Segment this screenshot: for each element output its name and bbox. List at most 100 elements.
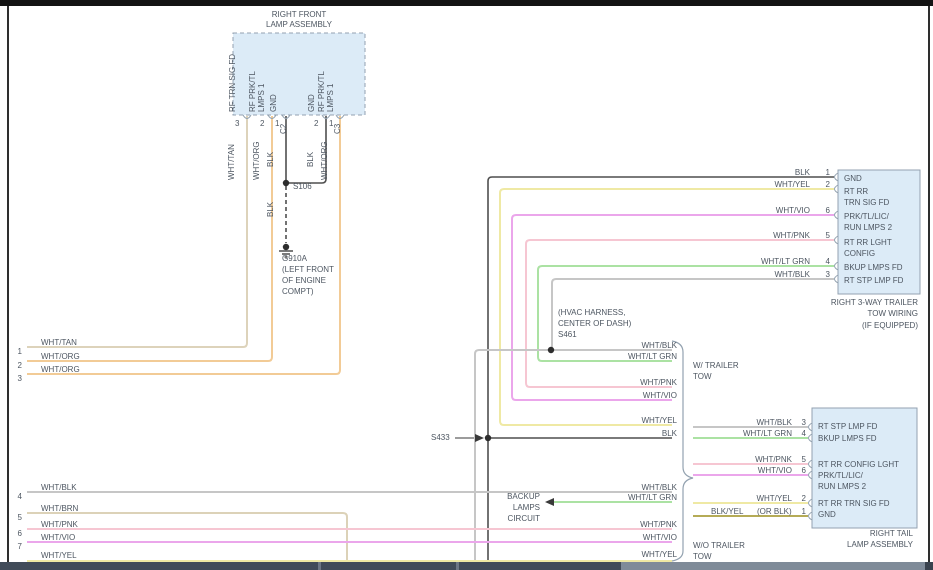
- bottom-bar-segment-1: [0, 562, 318, 570]
- ground-g910a-line4: COMPT): [282, 287, 314, 296]
- splice-s461-line1: (HVAC HARNESS,: [558, 308, 625, 317]
- left-wire-label-6: WHT/PNK: [41, 520, 78, 529]
- backup-ref-line3: CIRCUIT: [460, 514, 540, 523]
- tow-pin-num-6: 6: [818, 206, 830, 215]
- left-wire-label-8: WHT/YEL: [41, 551, 77, 560]
- left-wire-label-5: WHT/BRN: [41, 504, 78, 513]
- wiring-diagram-page: RIGHT FRONT LAMP ASSEMBLY RF TRN SIG FD …: [0, 0, 933, 570]
- front-wire-label-wht-tan: WHT/TAN: [227, 144, 236, 180]
- tow-desc-runlmps2: RUN LMPS 2: [844, 223, 892, 232]
- splice-s106-dot: [283, 180, 289, 186]
- splice-s461-line3: S461: [558, 330, 577, 339]
- front-lamp-title-line1: RIGHT FRONT: [239, 10, 359, 19]
- wtow-label-blk: BLK: [597, 429, 677, 438]
- tow-pin-num-1: 1: [818, 168, 830, 177]
- splice-s433-label: S433: [431, 433, 450, 442]
- tow-caption-line1: RIGHT 3-WAY TRAILER: [758, 298, 918, 307]
- left-wire-label-1: WHT/TAN: [41, 338, 77, 347]
- wotow-label-wht-vio: WHT/VIO: [597, 533, 677, 542]
- horizontal-scrollbar-thumb[interactable]: [621, 562, 925, 570]
- front-pin-label-rf-trn-sig-fd: RF TRN SIG FD: [228, 54, 237, 112]
- front-lamp-connector-arcs: [243, 115, 344, 119]
- front-pin-number-2a: 2: [260, 119, 264, 128]
- wtow-label-wht-lt-grn: WHT/LT GRN: [597, 352, 677, 361]
- wtow-caption-line1: W/ TRAILER: [693, 361, 739, 370]
- trailer-tow-connector-arcs: [835, 173, 839, 283]
- front-connector-c2: C2: [279, 124, 288, 134]
- ground-g910a-line2: (LEFT FRONT: [282, 265, 334, 274]
- bottom-bar-segment-4: [925, 562, 933, 570]
- backup-circuit-arrow: [545, 498, 554, 506]
- front-connector-c3: C3: [333, 124, 342, 134]
- tail-desc-rtrrconfig: RT RR CONFIG LGHT: [818, 460, 899, 469]
- splice-s461-line2: CENTER OF DASH): [558, 319, 631, 328]
- front-pin-label-gnd-b: GND: [307, 94, 316, 112]
- front-pin-label-lmps1-a: LMPS 1: [257, 84, 266, 112]
- left-wire-label-4: WHT/BLK: [41, 483, 77, 492]
- wire-label-blk-ground: BLK: [266, 202, 275, 217]
- tow-pin-num-4: 4: [818, 257, 830, 266]
- splice-s433-dot: [485, 435, 491, 441]
- backup-ref-line2: LAMPS: [460, 503, 540, 512]
- tow-desc-rtrr: RT RR: [844, 187, 868, 196]
- left-wire-num-7: 7: [12, 542, 22, 551]
- front-pin-label-rf-prktl-b: RF PRK/TL: [317, 71, 326, 112]
- left-wire-num-6: 6: [12, 529, 22, 538]
- wotow-label-wht-lt-grn: WHT/LT GRN: [597, 493, 677, 502]
- tow-caption-line2: TOW WIRING: [758, 309, 918, 318]
- front-pin-label-lmps1-b: LMPS 1: [326, 84, 335, 112]
- tow-pin-num-2: 2: [818, 180, 830, 189]
- front-wire-label-blk-1: BLK: [266, 152, 275, 167]
- tail-desc-bkuplmpsfd: BKUP LMPS FD: [818, 434, 877, 443]
- wotow-label-wht-yel: WHT/YEL: [597, 550, 677, 559]
- tow-wire-label-5: WHT/PNK: [730, 231, 810, 240]
- left-wire-label-2: WHT/ORG: [41, 352, 80, 361]
- wtow-caption-line2: TOW: [693, 372, 712, 381]
- s433-leader-arrow: [475, 434, 484, 442]
- wire-wht-yel-main: [500, 189, 834, 425]
- tail-lamp-connector-arcs: [809, 423, 813, 520]
- tow-wire-label-3: WHT/BLK: [730, 270, 810, 279]
- tail-pin-num-1: 1: [794, 507, 806, 516]
- wtow-label-wht-pnk: WHT/PNK: [597, 378, 677, 387]
- tail-wire-label-1: BLK/YEL: [711, 507, 743, 516]
- window-right-border: [928, 6, 930, 562]
- left-wire-label-3: WHT/ORG: [41, 365, 80, 374]
- bottom-bar-segment-2: [321, 562, 456, 570]
- front-pin-label-rf-prktl-a: RF PRK/TL: [248, 71, 257, 112]
- tail-desc-gnd: GND: [818, 510, 836, 519]
- left-wire-label-7: WHT/VIO: [41, 533, 75, 542]
- backup-ref-line1: BACKUP: [460, 492, 540, 501]
- wotow-label-wht-blk: WHT/BLK: [597, 483, 677, 492]
- window-left-border: [7, 6, 9, 562]
- tail-wire-label-3: WHT/BLK: [712, 418, 792, 427]
- ground-g910a-line3: OF ENGINE: [282, 276, 326, 285]
- front-pin-label-gnd-a: GND: [269, 94, 278, 112]
- wire-wht-org-2: [27, 116, 340, 374]
- tow-pin-num-3: 3: [818, 270, 830, 279]
- tow-wire-label-2: WHT/YEL: [730, 180, 810, 189]
- wire-wht-tan: [27, 116, 247, 347]
- tow-wire-label-6: WHT/VIO: [730, 206, 810, 215]
- tow-desc-rtrrlght: RT RR LGHT: [844, 238, 892, 247]
- tow-wire-label-4: WHT/LT GRN: [730, 257, 810, 266]
- left-wire-num-3: 3: [12, 374, 22, 383]
- tail-caption-line2: LAMP ASSEMBLY: [753, 540, 913, 549]
- tail-wire-label-1-alt: (OR BLK): [757, 507, 792, 516]
- bottom-bar-segment-3: [459, 562, 621, 570]
- wtow-label-wht-vio: WHT/VIO: [597, 391, 677, 400]
- tail-desc-rtrrtrnsigfd: RT RR TRN SIG FD: [818, 499, 890, 508]
- wtow-label-wht-yel: WHT/YEL: [597, 416, 677, 425]
- front-lamp-title-line2: LAMP ASSEMBLY: [239, 20, 359, 29]
- wotow-caption-line2: TOW: [693, 552, 712, 561]
- tow-desc-gnd: GND: [844, 174, 862, 183]
- splice-s106-label: S106: [293, 182, 312, 191]
- wiring-diagram-canvas: [0, 0, 933, 570]
- tail-desc-runlmps2: RUN LMPS 2: [818, 482, 866, 491]
- front-wire-label-wht-org-1: WHT/ORG: [252, 141, 261, 180]
- ground-g910a-dot: [283, 244, 289, 250]
- left-wire-num-5: 5: [12, 513, 22, 522]
- tail-wire-label-5: WHT/PNK: [712, 455, 792, 464]
- window-top-border: [0, 0, 933, 6]
- tail-wire-label-2: WHT/YEL: [712, 494, 792, 503]
